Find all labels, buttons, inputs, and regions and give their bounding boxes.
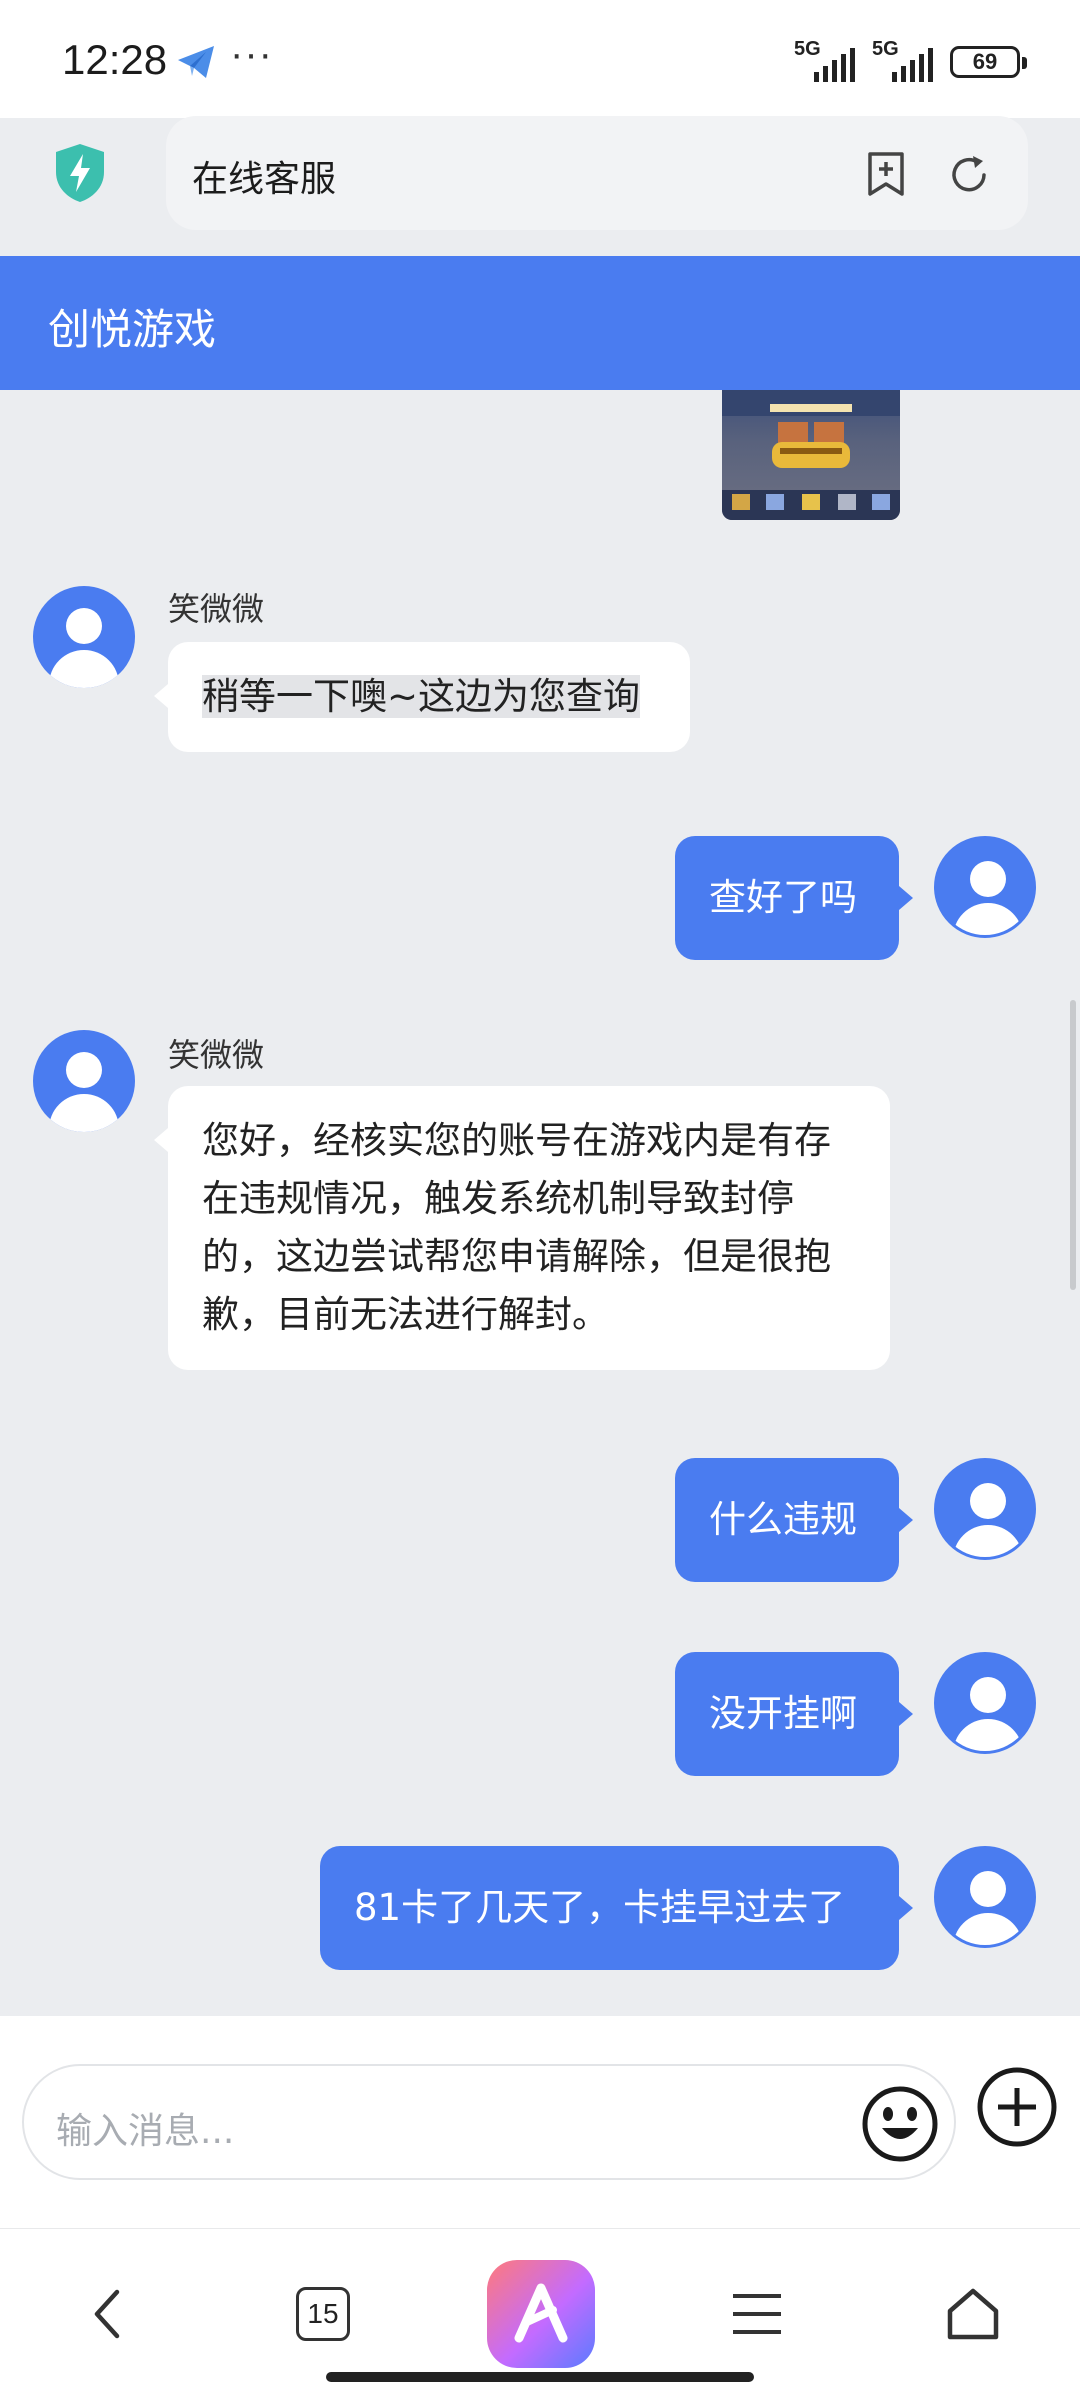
page-title: 在线客服 [192,159,337,200]
telegram-icon [178,46,214,78]
input-placeholder: 输入消息... [56,2111,235,2152]
message-text: 没开挂啊 [709,1692,857,1735]
shared-image[interactable] [722,390,900,520]
ai-assistant-icon [487,2260,595,2368]
message-text: 您好，经核实您的账号在游戏内是有存在违规情况，触发系统机制导致封停的，这边尝试帮… [202,1119,831,1336]
back-icon [94,2289,120,2339]
tabs-button[interactable]: 15 [268,2259,378,2369]
agent-avatar[interactable] [33,586,135,688]
message-text: 什么违规 [709,1498,857,1541]
menu-icon [733,2294,781,2334]
address-bar[interactable]: 在线客服 [166,116,1028,230]
message-bubble[interactable]: 您好，经核实您的账号在游戏内是有存在违规情况，触发系统机制导致封停的，这边尝试帮… [154,1086,890,1370]
message-text: 稍等一下噢~这边为您查询 [202,675,641,718]
message-input[interactable]: 输入消息... [22,2064,956,2180]
sender-name: 笑微微 [168,590,265,628]
plus-icon[interactable] [976,2066,1058,2148]
home-button[interactable] [918,2259,1028,2369]
battery-level: 69 [972,49,998,74]
user-avatar[interactable] [934,1652,1036,1754]
message-bubble[interactable]: 查好了吗 [675,836,913,960]
status-time: 12:28 [62,36,168,83]
shield-icon[interactable] [52,142,108,204]
message-text: 81卡了几天了，卡挂早过去了 [354,1886,846,1929]
bookmark-add-icon[interactable] [864,150,908,198]
home-icon [947,2288,999,2340]
agent-avatar[interactable] [33,1030,135,1132]
chat-title: 创悦游戏 [48,305,217,354]
user-avatar[interactable] [934,1846,1036,1948]
user-avatar[interactable] [934,836,1036,938]
message-bubble[interactable]: 稍等一下噢~这边为您查询 [154,642,690,752]
menu-button[interactable] [702,2259,812,2369]
back-button[interactable] [52,2259,162,2369]
message-input-area: 输入消息... [0,2016,1080,2228]
chat-scrollbar[interactable] [1070,1000,1076,1290]
user-avatar[interactable] [934,1458,1036,1560]
status-indicators: 5G 5G 69 [794,36,1027,88]
battery-icon: 69 [950,46,1027,78]
message-text: 查好了吗 [709,876,857,919]
status-more-dots: ··· [230,32,273,76]
sender-name: 笑微微 [168,1036,265,1074]
emoji-icon[interactable] [860,2084,940,2164]
message-bubble[interactable]: 81卡了几天了，卡挂早过去了 [320,1846,913,1970]
tabs-icon: 15 [296,2287,350,2341]
home-indicator[interactable] [326,2372,754,2382]
signal-icon: 5G [872,38,936,82]
status-bar: 12:28 ··· 5G 5G 69 [0,0,1080,118]
tab-count: 15 [307,2298,339,2329]
chat-header: 创悦游戏 [0,256,1080,390]
refresh-icon[interactable] [946,152,992,198]
ai-assistant-button[interactable] [486,2259,596,2369]
signal-icon: 5G [794,38,858,82]
message-bubble[interactable]: 没开挂啊 [675,1652,913,1776]
game-screenshot-image [722,390,900,520]
message-bubble[interactable]: 什么违规 [675,1458,913,1582]
